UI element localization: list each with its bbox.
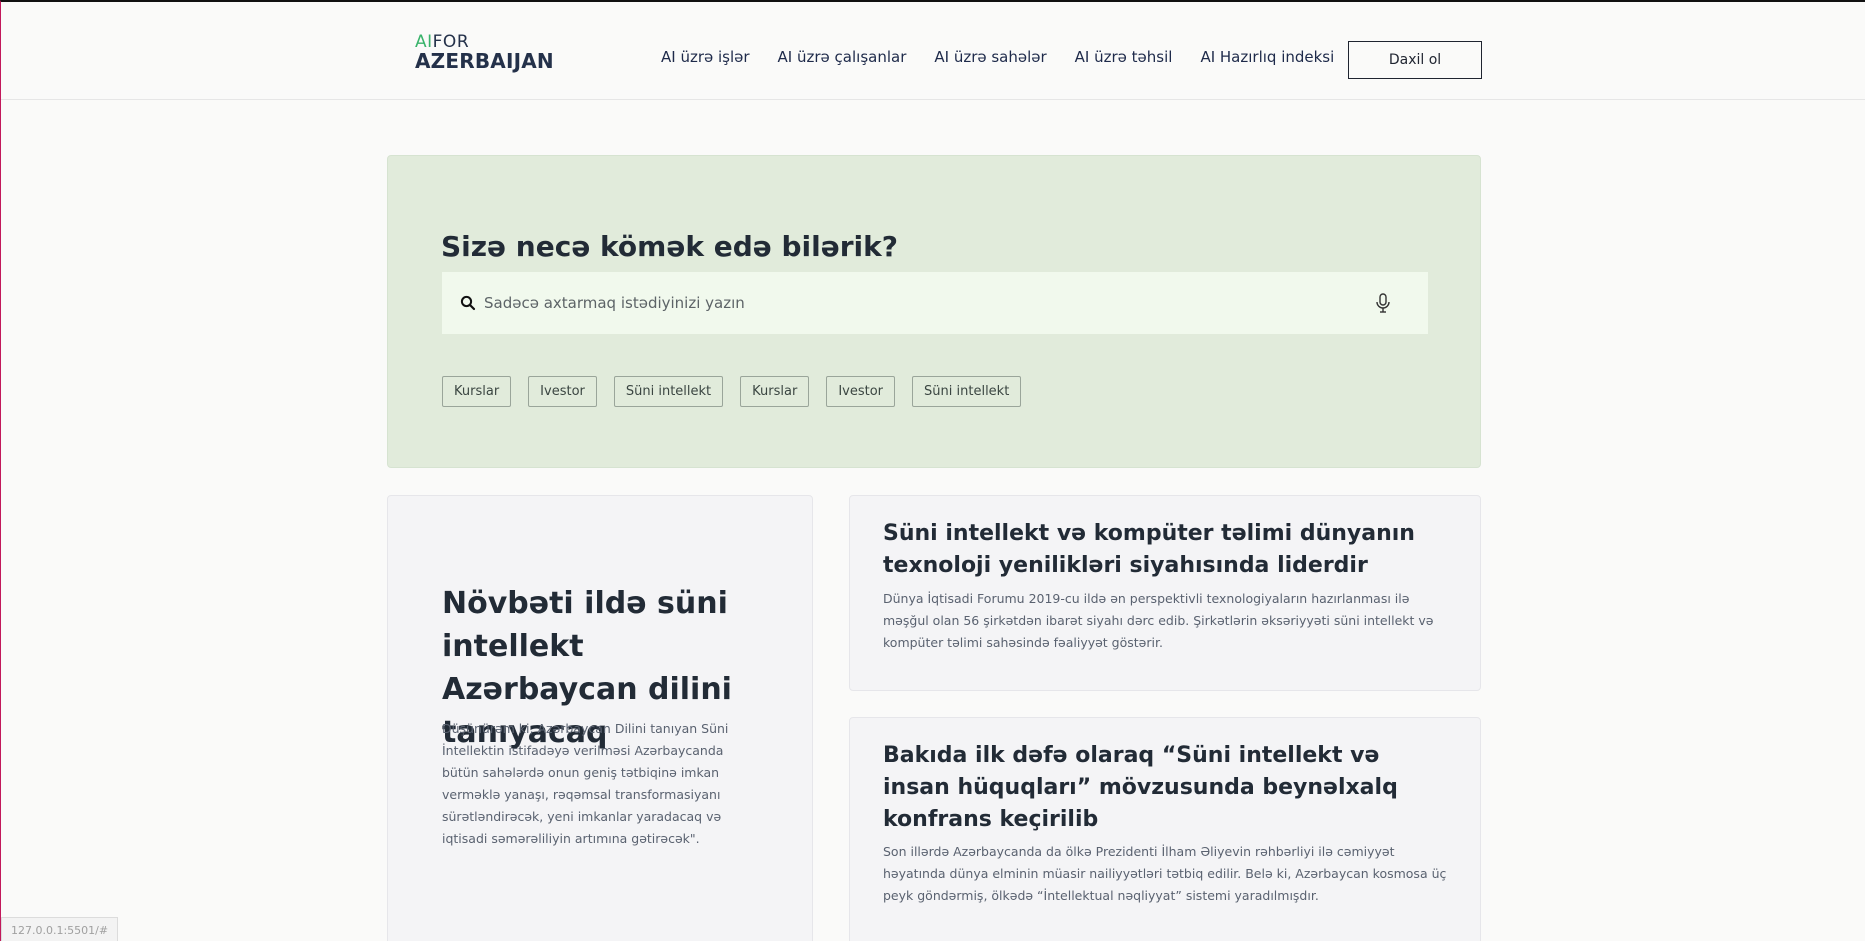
article-title[interactable]: Süni intellekt və kompüter təlimi dünyan… [883,518,1423,582]
article-card[interactable]: Süni intellekt və kompüter təlimi dünyan… [849,495,1481,691]
chip-ai[interactable]: Süni intellekt [912,376,1022,407]
chip-courses[interactable]: Kurslar [740,376,810,407]
chip-ai[interactable]: Süni intellekt [613,376,724,407]
nav-item-ai-readiness-index[interactable]: AI Hazırlıq indeksi [1200,48,1334,66]
article-card[interactable]: Bakıda ilk dəfə olaraq “Süni intellekt v… [849,717,1481,941]
article-body: Son illərdə Azərbaycanda da ölkə Prezide… [883,844,1447,903]
chip-courses[interactable]: Kurslar [442,376,512,407]
featured-article-card[interactable]: Növbəti ildə süni intellekt Azərbaycan d… [387,495,813,941]
nav-item-ai-fields[interactable]: AI üzrə sahələr [934,48,1046,66]
status-bar-url: 127.0.0.1:5501/# [1,917,119,941]
article-body: Dünya İqtisadi Forumu 2019-cu ildə ən pe… [883,591,1434,650]
logo-country-text: AZERBAIJAN [415,49,554,73]
site-header: AIFOR AZERBAIJAN AI üzrə işlər AI üzrə ç… [1,2,1865,100]
hero-search-section: Sizə necə kömək edə bilərik? Kurslar Ive… [387,155,1481,468]
logo[interactable]: AIFOR AZERBAIJAN [415,33,575,73]
main-nav: AI üzrə işlər AI üzrə çalışanlar AI üzrə… [661,48,1362,66]
login-button[interactable]: Daxil ol [1348,41,1482,79]
search-icon [460,295,476,311]
microphone-icon[interactable] [1372,292,1394,314]
nav-item-ai-jobs[interactable]: AI üzrə işlər [661,48,750,66]
hero-title: Sizə necə kömək edə bilərik? [441,230,898,263]
suggestion-chips: Kurslar Ivestor Süni intellekt Kurslar I… [442,376,1038,407]
chip-investor[interactable]: Ivestor [528,376,597,407]
chip-investor[interactable]: Ivestor [826,376,896,407]
search-input[interactable] [484,294,1372,312]
article-title[interactable]: Bakıda ilk dəfə olaraq “Süni intellekt v… [883,740,1423,836]
nav-item-ai-workers[interactable]: AI üzrə çalışanlar [778,48,907,66]
nav-item-ai-education[interactable]: AI üzrə təhsil [1075,48,1173,66]
featured-article-body: Düşünürəm ki, Azərbaycan Dilini tanıyan … [442,721,729,846]
search-bar [442,272,1428,334]
